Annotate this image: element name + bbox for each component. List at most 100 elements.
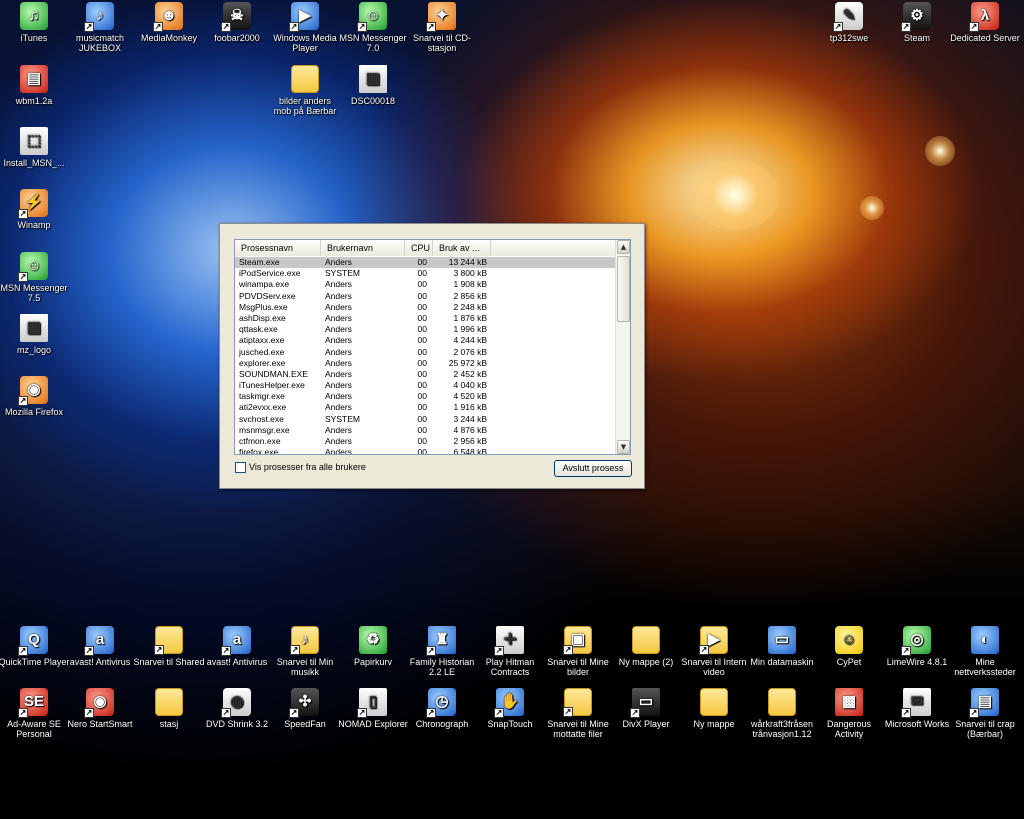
process-list-scrollbar[interactable]: ▲ ▼	[615, 240, 630, 454]
process-row[interactable]: SOUNDMAN.EXE Anders 00 2 452 kB	[235, 369, 617, 380]
desktop-icon-cd-drive[interactable]: ✦ ↗ Snarvei til CD-stasjon	[406, 2, 478, 53]
desktop-icon-warkraft[interactable]: wårkraft3fråsen trånvasjon1.12	[746, 688, 818, 739]
icon-label: Nero StartSmart	[67, 719, 133, 729]
desktop-icon-mine-bilder[interactable]: ▣ ↗ Snarvei til Mine bilder	[542, 626, 614, 677]
icon-label: SpeedFan	[284, 719, 326, 729]
process-row[interactable]: qttask.exe Anders 00 1 996 kB	[235, 324, 617, 335]
desktop-icon-nomad[interactable]: ▯ ↗ NOMAD Explorer	[337, 688, 409, 729]
process-row[interactable]: iPodService.exe SYSTEM 00 3 800 kB	[235, 268, 617, 279]
process-row[interactable]: atiptaxx.exe Anders 00 4 244 kB	[235, 335, 617, 346]
process-row[interactable]: iTunesHelper.exe Anders 00 4 040 kB	[235, 380, 617, 391]
column-header-user-name[interactable]: Brukernavn	[321, 240, 405, 256]
desktop-icon-avast2[interactable]: a ↗ avast! Antivirus	[201, 626, 273, 667]
desktop-icon-adaware[interactable]: SE ↗ Ad-Aware SE Personal	[0, 688, 70, 739]
process-list[interactable]: Prosessnavn Brukernavn CPU Bruk av ... S…	[234, 239, 631, 455]
desktop-icon-steam[interactable]: ⚙ ↗ Steam	[881, 2, 953, 43]
process-user-cell: Anders	[325, 290, 352, 301]
end-process-button[interactable]: Avslutt prosess	[554, 460, 632, 477]
process-mem-cell: 2 248 kB	[453, 301, 487, 312]
process-user-cell: Anders	[325, 436, 352, 446]
desktop-icon-ny-mappe[interactable]: Ny mappe	[678, 688, 750, 729]
process-mem-cell: 25 972 kB	[448, 357, 487, 368]
show-all-users-option[interactable]: Vis prosesser fra alle brukere	[235, 460, 366, 474]
desktop-icon-ms-works[interactable]: ✉ ↗ Microsoft Works	[881, 688, 953, 729]
desktop-icon-wbm[interactable]: ▤ wbm1.2a	[0, 65, 70, 106]
desktop-icon-snaptouch[interactable]: ✋ ↗ SnapTouch	[474, 688, 546, 729]
process-mem-cell: 1 876 kB	[453, 312, 487, 323]
desktop-icon-my-computer[interactable]: ▭ Min datamaskin	[746, 626, 818, 667]
scroll-down-icon[interactable]: ▼	[617, 440, 630, 454]
desktop-icon-winamp[interactable]: ⚡ ↗ Winamp	[0, 189, 70, 230]
desktop-icon-dsc00018[interactable]: ▦ DSC00018	[337, 65, 409, 106]
desktop-icon-family-historian[interactable]: ♜ ↗ Family Historian 2.2 LE	[406, 626, 478, 677]
desktop-icon-msn75[interactable]: ☺ ↗ MSN Messenger 7.5	[0, 252, 70, 303]
divx-icon: ▭ ↗	[630, 688, 660, 718]
process-list-header: Prosessnavn Brukernavn CPU Bruk av ...	[235, 240, 617, 256]
process-user-cell: Anders	[325, 391, 352, 402]
process-row[interactable]: ati2evxx.exe Anders 00 1 916 kB	[235, 402, 617, 413]
scroll-thumb[interactable]	[617, 256, 630, 322]
desktop-icon-mottatte-filer[interactable]: ↗ Snarvei til Mine mottatte filer	[542, 688, 614, 739]
process-row[interactable]: svchost.exe SYSTEM 00 3 244 kB	[235, 414, 617, 425]
desktop-icon-foobar[interactable]: ☠ ↗ foobar2000	[201, 2, 273, 43]
process-name-cell: PDVDServ.exe	[239, 290, 296, 301]
desktop-icon-dedicated-server[interactable]: λ ↗ Dedicated Server	[949, 2, 1021, 43]
desktop-icon-min-musikk[interactable]: ♪ ↗ Snarvei til Min musikk	[269, 626, 341, 677]
process-row[interactable]: explorer.exe Anders 00 25 972 kB	[235, 358, 617, 369]
icon-label: Snarvei til Mine mottatte filer	[547, 719, 609, 739]
desktop-icon-musicmatch[interactable]: ♪ ↗ musicmatch JUKEBOX	[64, 2, 136, 53]
desktop-icon-stasj[interactable]: stasj	[133, 688, 205, 729]
process-row[interactable]: jusched.exe Anders 00 2 076 kB	[235, 347, 617, 358]
desktop-icon-wmp[interactable]: ▶ ↗ Windows Media Player	[269, 2, 341, 53]
icon-label: Dedicated Server	[950, 33, 1020, 43]
desktop-icon-mediamonkey[interactable]: ☻ ↗ MediaMonkey	[133, 2, 205, 43]
scroll-up-icon[interactable]: ▲	[617, 240, 630, 254]
process-row[interactable]: MsgPlus.exe Anders 00 2 248 kB	[235, 302, 617, 313]
desktop-icon-dangerous-activity[interactable]: ▩ Dangerous Activity	[813, 688, 885, 739]
process-row[interactable]: PDVDServ.exe Anders 00 2 856 kB	[235, 291, 617, 302]
desktop-icon-hitman[interactable]: ✛ ↗ Play Hitman Contracts	[474, 626, 546, 677]
desktop-icon-papirkurv[interactable]: ♻ Papirkurv	[337, 626, 409, 667]
desktop-icon-limewire[interactable]: ◎ ↗ LimeWire 4.8.1	[881, 626, 953, 667]
process-row[interactable]: msnmsgr.exe Anders 00 4 876 kB	[235, 425, 617, 436]
process-user-cell: Anders	[325, 346, 352, 357]
desktop-icon-intern-video[interactable]: ▶ ↗ Snarvei til Intern video	[678, 626, 750, 677]
desktop-icon-chronograph[interactable]: ◷ ↗ Chronograph	[406, 688, 478, 729]
process-mem-cell: 2 956 kB	[453, 436, 487, 446]
column-header-mem-usage[interactable]: Bruk av ...	[433, 240, 491, 256]
icon-label: NOMAD Explorer	[338, 719, 408, 729]
process-row[interactable]: ctfmon.exe Anders 00 2 956 kB	[235, 436, 617, 447]
installer-icon: ⬚	[20, 127, 48, 155]
desktop-icon-network-places[interactable]: ◐ Mine nettverkssteder	[949, 626, 1021, 677]
icon-label: Install_MSN_...	[3, 158, 65, 168]
desktop-icon-msn70[interactable]: ☺ ↗ MSN Messenger 7.0	[337, 2, 409, 53]
process-row[interactable]: winampa.exe Anders 00 1 908 kB	[235, 279, 617, 290]
desktop-icon-bilder-anders[interactable]: bilder anders mob på Bærbar	[269, 65, 341, 116]
desktop-icon-dvd-shrink[interactable]: ◍ ↗ DVD Shrink 3.2	[201, 688, 273, 729]
desktop-icon-avast1[interactable]: a ↗ avast! Antivirus	[64, 626, 136, 667]
desktop-icon-nero[interactable]: ◉ ↗ Nero StartSmart	[64, 688, 136, 729]
column-header-process-name[interactable]: Prosessnavn	[235, 240, 321, 256]
desktop-icon-tp312swe[interactable]: ✎ ↗ tp312swe	[813, 2, 885, 43]
desktop-icon-firefox[interactable]: ◉ ↗ Mozilla Firefox	[0, 376, 70, 417]
process-name-cell: iPodService.exe	[239, 268, 301, 279]
process-user-cell: Anders	[325, 301, 352, 312]
desktop-icon-install-msn[interactable]: ⬚ Install_MSN_...	[0, 127, 70, 168]
process-row[interactable]: Steam.exe Anders 00 13 244 kB	[235, 257, 617, 269]
desktop-icon-crap-baerbar[interactable]: ▤ ↗ Snarvei til crap (Bærbar)	[949, 688, 1021, 739]
desktop-icon-speedfan[interactable]: ✣ ↗ SpeedFan	[269, 688, 341, 729]
desktop-icon-quicktime[interactable]: Q ↗ QuickTime Player	[0, 626, 70, 667]
desktop-icon-itunes[interactable]: ♫ iTunes	[0, 2, 70, 43]
desktop-icon-divx[interactable]: ▭ ↗ DivX Player	[610, 688, 682, 729]
process-row[interactable]: taskmgr.exe Anders 00 4 520 kB	[235, 391, 617, 402]
desktop-icon-mz-logo[interactable]: ▦ mz_logo	[0, 314, 70, 355]
folder-icon	[155, 688, 183, 716]
desktop-icon-cypet[interactable]: ☺ CyPet	[813, 626, 885, 667]
msn-icon: ☺ ↗	[357, 2, 387, 32]
show-all-users-checkbox[interactable]	[235, 461, 246, 473]
process-row[interactable]: firefox.exe Anders 00 6 548 kB	[235, 447, 617, 454]
column-header-cpu[interactable]: CPU	[405, 240, 433, 256]
desktop-icon-shared[interactable]: ↗ Snarvei til Shared	[133, 626, 205, 667]
process-row[interactable]: ashDisp.exe Anders 00 1 876 kB	[235, 313, 617, 324]
desktop-icon-ny-mappe-2[interactable]: Ny mappe (2)	[610, 626, 682, 667]
